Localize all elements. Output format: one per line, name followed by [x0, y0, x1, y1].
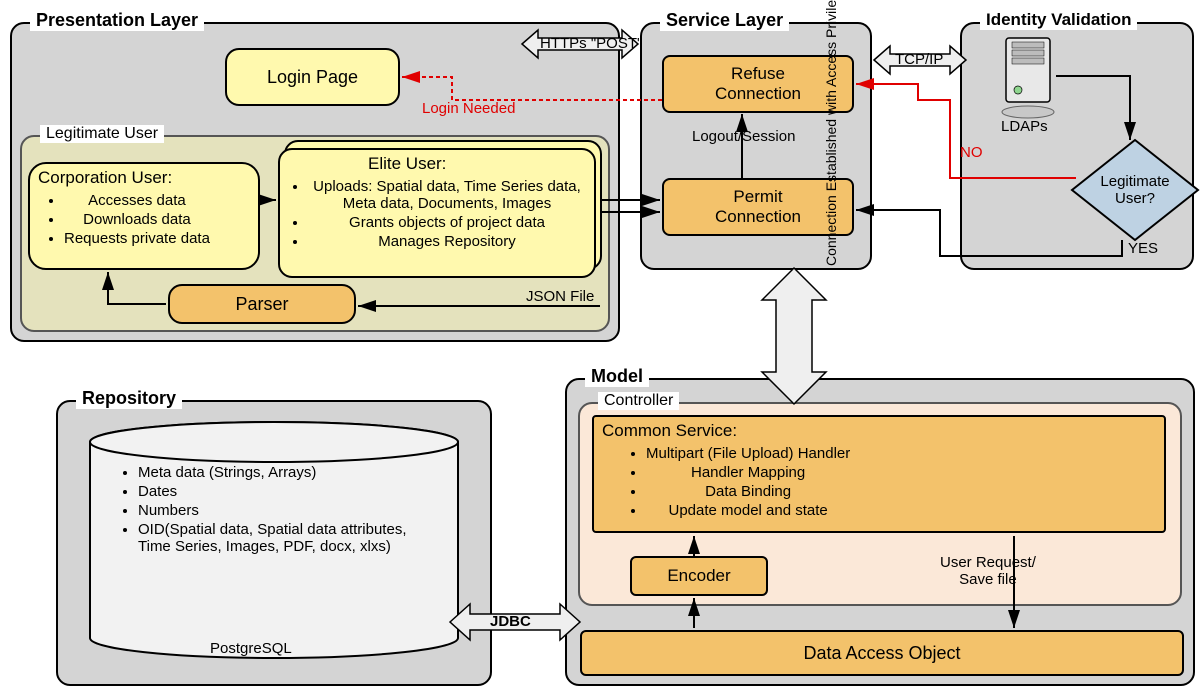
- elite-user-box: Elite User: Uploads: Spatial data, Time …: [278, 148, 596, 278]
- list-item: Numbers: [138, 502, 438, 519]
- encoder-label: Encoder: [667, 566, 730, 586]
- conn-established-label: Connection Established with Access Privi…: [824, 126, 839, 266]
- repository-title: Repository: [76, 388, 182, 409]
- controller-title: Controller: [598, 392, 679, 410]
- no-label: NO: [960, 144, 983, 161]
- refuse-connection-label: Refuse Connection: [715, 64, 801, 104]
- list-item: Manages Repository: [308, 233, 586, 250]
- list-item: Dates: [138, 483, 438, 500]
- repo-list: Meta data (Strings, Arrays) Dates Number…: [108, 464, 438, 555]
- list-item: Handler Mapping: [646, 464, 850, 481]
- https-post-label: HTTPs "POST": [540, 35, 642, 52]
- repo-list-wrap: Meta data (Strings, Arrays) Dates Number…: [108, 462, 438, 557]
- identity-validation-title: Identity Validation: [980, 10, 1137, 30]
- common-service-list: Multipart (File Upload) Handler Handler …: [602, 443, 850, 521]
- tcpip-label: TCP/IP: [895, 51, 943, 68]
- presentation-layer-title: Presentation Layer: [30, 10, 204, 31]
- model-title: Model: [585, 366, 649, 387]
- login-needed-label: Login Needed: [422, 100, 515, 117]
- corp-user-title: Corporation User:: [38, 168, 250, 188]
- service-layer-title: Service Layer: [660, 10, 789, 31]
- legit-user-q-label: Legitimate User?: [1070, 138, 1200, 242]
- list-item: Downloads data: [64, 211, 210, 228]
- logout-session-label: Logout/Session: [692, 128, 795, 145]
- list-item: Accesses data: [64, 192, 210, 209]
- elite-user-list: Uploads: Spatial data, Time Series data,…: [288, 176, 586, 252]
- diagram-stage: Presentation Layer Login Page Legitimate…: [0, 0, 1200, 691]
- corporation-user-box: Corporation User: Accesses data Download…: [28, 162, 260, 270]
- user-request-save-label: User Request/ Save file: [940, 554, 1036, 588]
- parser-box: Parser: [168, 284, 356, 324]
- list-item: Multipart (File Upload) Handler: [646, 445, 850, 462]
- jdbc-label: JDBC: [490, 613, 531, 630]
- corp-user-list: Accesses data Downloads data Requests pr…: [38, 190, 210, 249]
- login-page-label: Login Page: [267, 67, 358, 88]
- postgres-label: PostgreSQL: [210, 640, 292, 657]
- list-item: Grants objects of project data: [308, 214, 586, 231]
- common-service-box: Common Service: Multipart (File Upload) …: [592, 415, 1166, 533]
- list-item: Meta data (Strings, Arrays): [138, 464, 438, 481]
- list-item: Uploads: Spatial data, Time Series data,…: [308, 178, 586, 212]
- legitimate-user-title: Legitimate User: [40, 125, 164, 143]
- list-item: OID(Spatial data, Spatial data attribute…: [138, 521, 438, 555]
- list-item: Requests private data: [64, 230, 210, 247]
- list-item: Data Binding: [646, 483, 850, 500]
- parser-label: Parser: [235, 294, 288, 315]
- legit-user-decision: Legitimate User?: [1070, 138, 1200, 242]
- login-page-box: Login Page: [225, 48, 400, 106]
- elite-user-title: Elite User:: [288, 154, 666, 174]
- encoder-box: Encoder: [630, 556, 768, 596]
- dao-label: Data Access Object: [803, 643, 960, 664]
- list-item: Update model and state: [646, 502, 850, 519]
- ldaps-label: LDAPs: [1001, 118, 1048, 135]
- permit-connection-label: Permit Connection: [715, 187, 801, 227]
- server-icon: [998, 36, 1058, 121]
- dao-box: Data Access Object: [580, 630, 1184, 676]
- common-service-title: Common Service:: [602, 421, 1156, 441]
- yes-label: YES: [1128, 240, 1158, 257]
- json-file-label: JSON File: [526, 288, 594, 305]
